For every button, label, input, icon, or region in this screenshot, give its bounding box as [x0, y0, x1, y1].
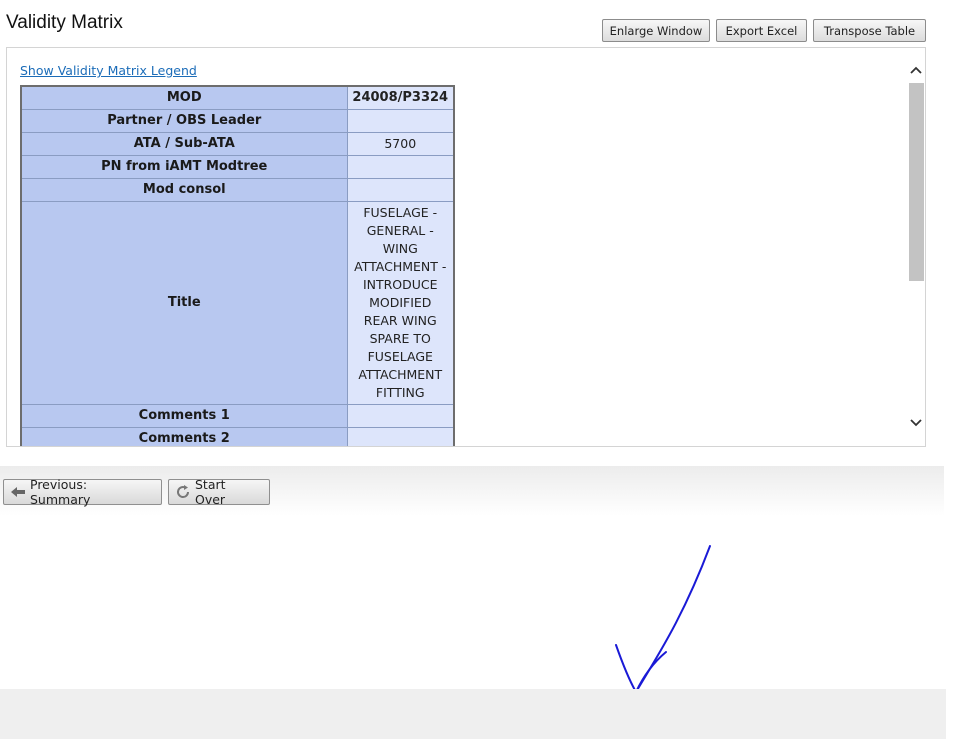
row-value: [346, 403, 455, 428]
row-value: [346, 426, 455, 446]
previous-summary-label: Previous: Summary: [30, 477, 91, 507]
row-header: Title: [20, 200, 348, 405]
scroll-up-button[interactable]: [907, 60, 925, 80]
page-title: Validity Matrix: [6, 12, 123, 33]
previous-summary-button[interactable]: Previous: Summary: [3, 477, 162, 507]
row-value: 24008/P3324: [346, 85, 455, 110]
chevron-up-icon: [910, 66, 922, 74]
row-value: [346, 108, 455, 133]
table-row: Partner / OBS Leader: [20, 108, 455, 133]
row-header: Mod consol: [20, 177, 348, 202]
table-row: MOD 24008/P3324: [20, 85, 455, 110]
row-header: MOD: [20, 85, 348, 110]
scrollbar-thumb[interactable]: [909, 83, 924, 281]
transpose-table-button[interactable]: Transpose Table: [813, 19, 926, 42]
validity-matrix-table: MOD 24008/P3324 Partner / OBS Leader ATA…: [20, 85, 455, 446]
row-value: FUSELAGE - GENERAL - WING ATTACHMENT - I…: [346, 200, 455, 405]
table-row: Comments 1: [20, 403, 455, 428]
table-row: Comments 2: [20, 426, 455, 446]
row-value: 5700: [346, 131, 455, 156]
row-header: Comments 1: [20, 403, 348, 428]
table-row: ATA / Sub-ATA 5700: [20, 131, 455, 156]
checkmark-annotation-icon: [615, 545, 711, 694]
export-excel-button[interactable]: Export Excel: [716, 19, 807, 42]
row-value: [346, 177, 455, 202]
row-header: PN from iAMT Modtree: [20, 154, 348, 179]
table-row: PN from iAMT Modtree: [20, 154, 455, 179]
row-value: [346, 154, 455, 179]
matrix-panel: Show Validity Matrix Legend MOD 24008/P3…: [6, 47, 926, 447]
vertical-scrollbar[interactable]: [907, 48, 925, 446]
chevron-down-icon: [910, 419, 922, 427]
row-header: Comments 2: [20, 426, 348, 446]
table-row: Mod consol: [20, 177, 455, 202]
footer-bar: [0, 689, 946, 739]
show-legend-link[interactable]: Show Validity Matrix Legend: [20, 63, 197, 78]
start-over-label: Start Over: [195, 477, 226, 507]
scroll-down-button[interactable]: [907, 413, 925, 433]
table-row: Title FUSELAGE - GENERAL - WING ATTACHME…: [20, 200, 455, 405]
row-header: ATA / Sub-ATA: [20, 131, 348, 156]
refresh-icon: [175, 484, 191, 500]
enlarge-window-button[interactable]: Enlarge Window: [602, 19, 710, 42]
arrow-left-icon: [10, 486, 26, 498]
row-header: Partner / OBS Leader: [20, 108, 348, 133]
start-over-button[interactable]: Start Over: [168, 477, 270, 507]
